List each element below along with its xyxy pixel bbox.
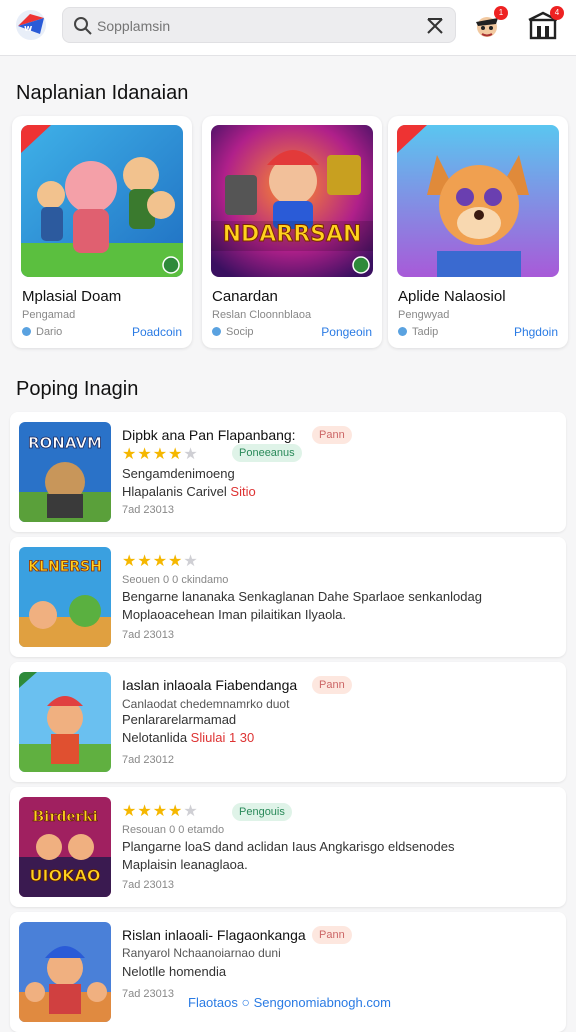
game-thumbnail[interactable]: KLNERSH — [19, 547, 111, 647]
list-item[interactable]: Birderki UIOKAO ★★★★★ Pengouis Resouan 0… — [10, 787, 566, 907]
item-description: Plangarne loaS dand aclidan Iaus Angkari… — [122, 839, 455, 854]
app-logo-icon[interactable]: w — [14, 8, 48, 42]
card-subtitle: Pengamad — [22, 309, 76, 321]
game-thumbnail[interactable] — [19, 672, 111, 772]
profile-avatar-icon[interactable]: 1 — [470, 6, 508, 42]
item-detail: Maplaisin leanaglaoa. — [122, 857, 248, 872]
card-meta-text: Dario — [36, 326, 63, 338]
item-date: 7ad 23013 — [122, 629, 174, 641]
list-item[interactable]: Iaslan inlaoala Fiabendanga Pann Canlaod… — [10, 662, 566, 782]
list-item[interactable]: Rislan inlaoali- Flagaonkanga Pann Ranya… — [10, 912, 566, 1032]
card-title: Mplasial Doam — [22, 288, 122, 305]
game-thumbnail[interactable]: RONAVM — [19, 422, 111, 522]
item-title: Rislan inlaoali- Flagaonkanga — [122, 927, 306, 943]
card-title: Canardan — [212, 288, 278, 305]
featured-card[interactable]: Aplide Nalaosiol Pengwyad Tadip Phgdoin — [388, 116, 568, 348]
item-date: 7ad 23012 — [122, 754, 174, 766]
card-title: Aplide Nalaosiol — [398, 288, 506, 305]
svg-text:w: w — [24, 24, 32, 34]
item-subtitle: Resouan 0 0 etamdo — [122, 824, 225, 836]
art-title-text: KLNERSH — [28, 559, 102, 575]
status-dot-icon — [22, 327, 31, 336]
card-action-link[interactable]: Pongeoin — [321, 325, 372, 339]
rating-stars: ★★★★★ — [122, 803, 199, 820]
art-title-text: NDARRSAN — [223, 222, 362, 247]
item-detail: Nelotlle homendia — [122, 964, 227, 979]
list-item[interactable]: KLNERSH ★★★★★ Seouen 0 0 ckindamo Bengar… — [10, 537, 566, 657]
status-badge: Pann — [312, 426, 352, 444]
card-subtitle: Reslan Cloonnblaoa — [212, 309, 312, 321]
status-badge: Pann — [312, 926, 352, 944]
category-badge: Pengouis — [232, 803, 292, 821]
game-thumbnail[interactable] — [397, 125, 559, 277]
item-subtitle: Seouen 0 0 ckindamo — [122, 574, 229, 586]
featured-card[interactable]: Mplasial Doam Pengamad Dario Poadcoin — [12, 116, 192, 348]
item-description: Penlararelarmamad — [122, 712, 237, 727]
art-subtitle-text: Birderki — [32, 809, 98, 825]
footer-link[interactable]: Flaotaos ○ Sengonomiabnogh.com — [186, 994, 393, 1010]
card-meta: Dario — [22, 326, 62, 338]
item-title: Iaslan inlaoala Fiabendanga — [122, 677, 298, 693]
game-thumbnail[interactable] — [21, 125, 183, 277]
item-description: Bengarne lananaka Senkaglanan Dahe Sparl… — [122, 589, 482, 604]
list-item[interactable]: RONAVM Dipbk ana Pan Flapanbang: Pann ★★… — [10, 412, 566, 532]
card-subtitle: Pengwyad — [398, 309, 450, 321]
item-date: 7ad 23013 — [122, 504, 174, 516]
featured-card[interactable]: NDARRSAN Canardan Reslan Cloonnblaoa Soc… — [202, 116, 382, 348]
store-badge: 4 — [550, 6, 564, 20]
card-meta: Tadip — [398, 326, 438, 338]
search-icon — [74, 17, 92, 35]
category-badge: Poneeanus — [232, 444, 302, 462]
card-action-link[interactable]: Poadcoin — [132, 325, 182, 339]
rating-stars: ★★★★★ — [122, 553, 199, 570]
item-detail: Nelotanlida Sliulai 1 30 — [122, 730, 255, 745]
status-badge: Pann — [312, 676, 352, 694]
card-meta-text: Tadip — [412, 326, 439, 338]
item-description: Sengamdenimoeng — [122, 466, 235, 481]
game-thumbnail[interactable]: Birderki UIOKAO — [19, 797, 111, 897]
clear-search-icon[interactable] — [425, 16, 445, 36]
card-meta-text: Socip — [226, 326, 254, 338]
card-action-link[interactable]: Phgdoin — [514, 325, 558, 339]
store-icon[interactable]: 4 — [526, 6, 564, 42]
art-title-text: UIOKAO — [30, 866, 101, 885]
rating-stars: ★★★★★ — [122, 446, 199, 463]
popular-section-title: Poping Inagin — [16, 378, 139, 400]
item-detail: Hlapalanis Carivel Sitio — [122, 484, 256, 499]
search-bar[interactable] — [62, 7, 456, 43]
featured-section-title: Naplanian Idanaian — [16, 82, 189, 104]
top-bar: w 1 4 — [0, 0, 576, 56]
item-title: Dipbk ana Pan Flapanbang: — [122, 427, 296, 443]
status-dot-icon — [212, 327, 221, 336]
item-subtitle: Canlaodat chedemnamrko duot — [122, 697, 290, 711]
item-date: 7ad 23013 — [122, 879, 174, 891]
status-dot-icon — [398, 327, 407, 336]
notification-badge: 1 — [494, 6, 508, 20]
card-meta: Socip — [212, 326, 254, 338]
art-title-text: RONAVM — [28, 434, 102, 452]
item-date: 7ad 23013 — [122, 988, 174, 1000]
item-description: Ranyarol Nchaanoiarnao duni — [122, 946, 281, 960]
item-detail: Moplaoacehean Iman pilaitikan Ilyaola. — [122, 607, 347, 622]
game-thumbnail[interactable]: NDARRSAN — [211, 125, 373, 277]
game-thumbnail[interactable] — [19, 922, 111, 1022]
search-input[interactable] — [97, 14, 417, 38]
